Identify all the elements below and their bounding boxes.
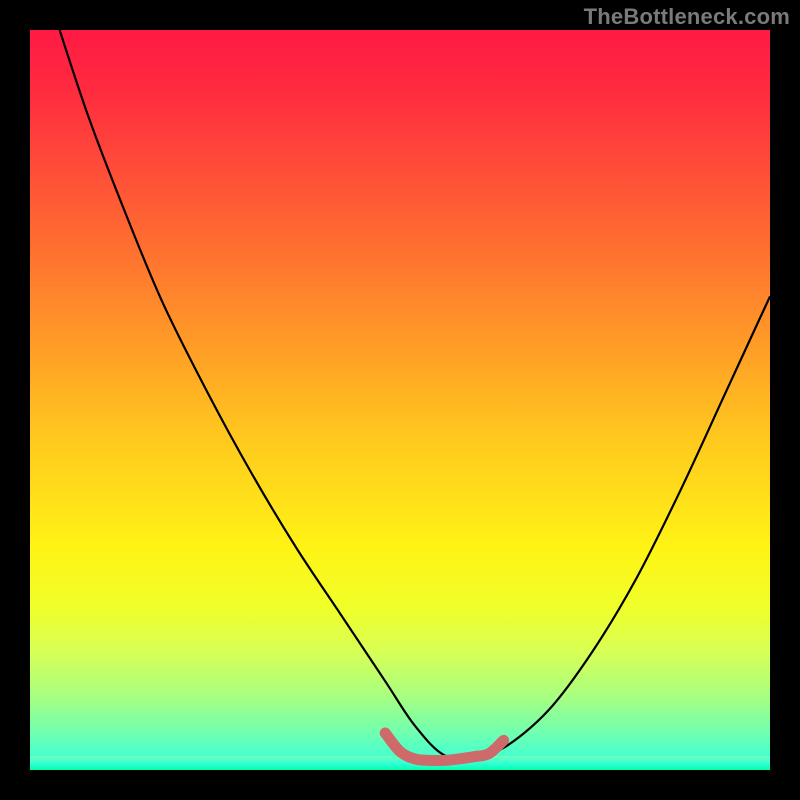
- optimal-flat-segment: [385, 733, 503, 761]
- plot-area: [30, 30, 770, 770]
- watermark-text: TheBottleneck.com: [584, 4, 790, 30]
- curve-layer: [30, 30, 770, 770]
- bottleneck-curve: [60, 30, 770, 758]
- chart-frame: TheBottleneck.com: [0, 0, 800, 800]
